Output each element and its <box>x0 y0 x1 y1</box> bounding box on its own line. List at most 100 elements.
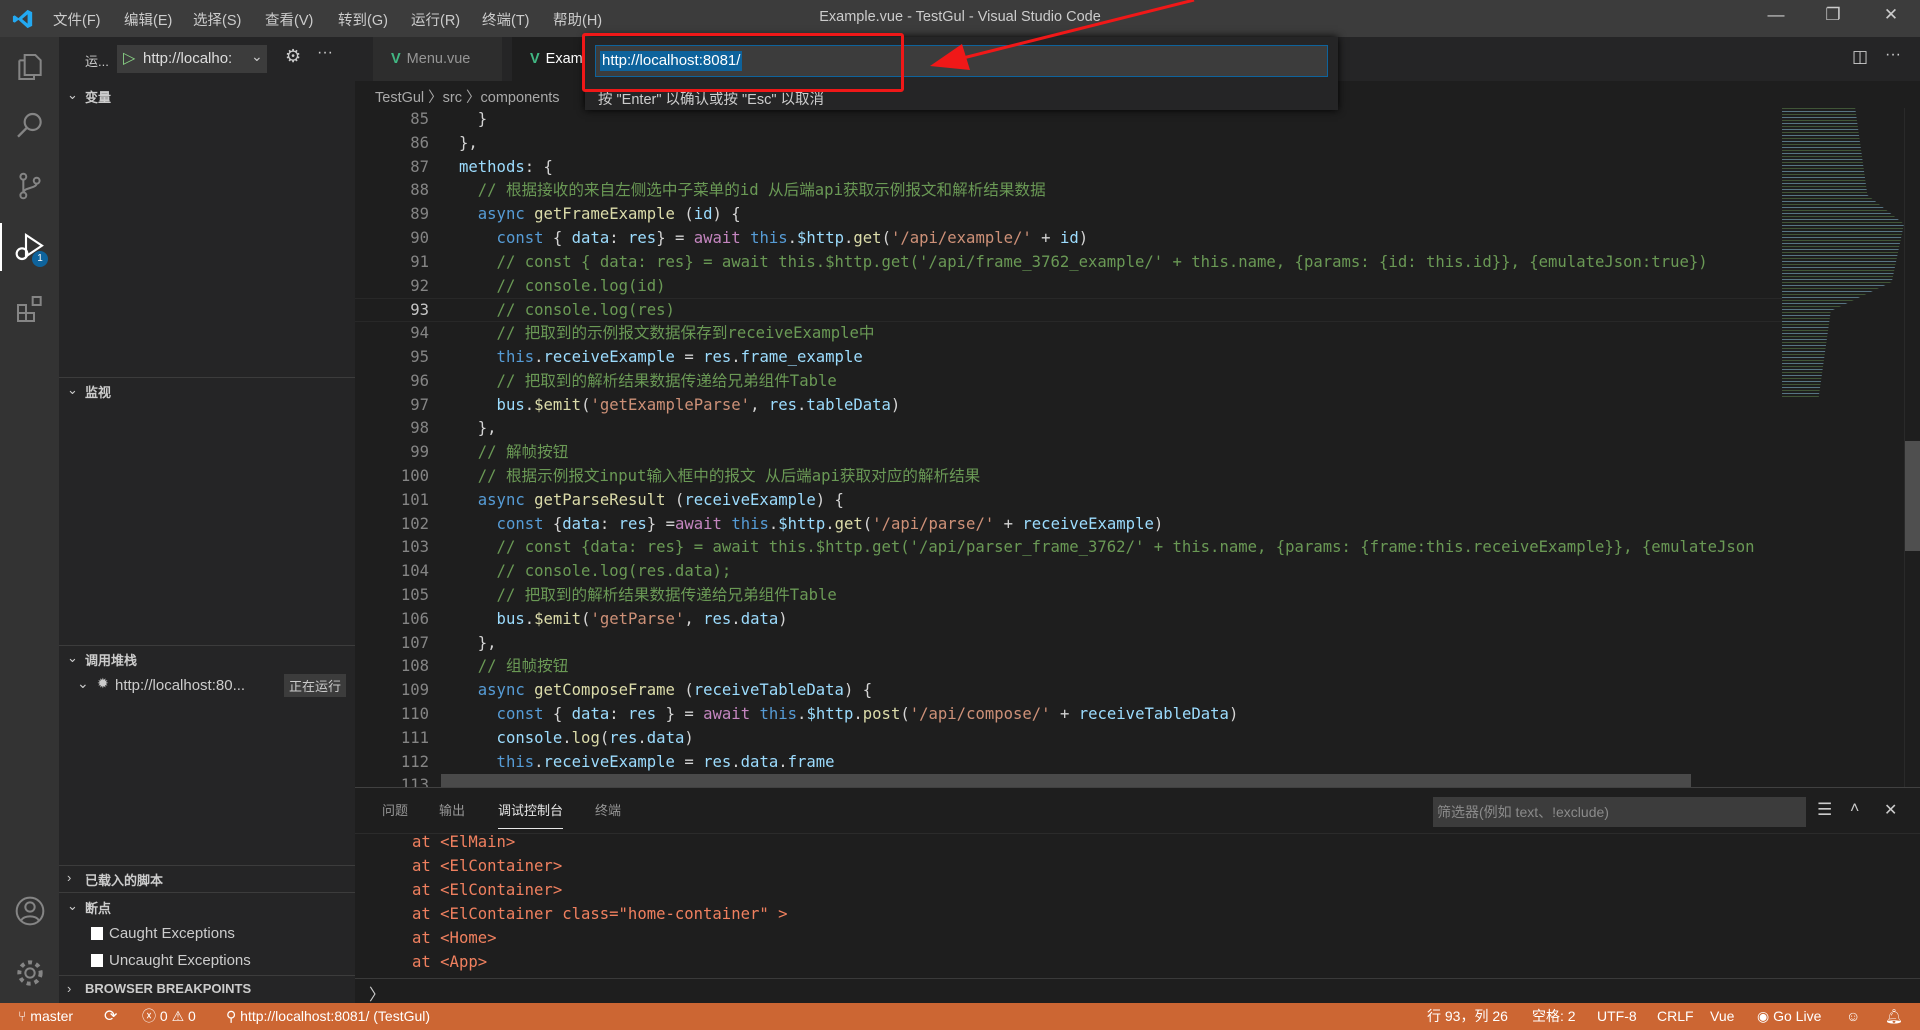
code-line[interactable]: 95 this.receiveExample = res.frame_examp… <box>355 346 1782 370</box>
sync-icon[interactable]: ⟳ <box>104 1003 117 1030</box>
code-line[interactable]: 111 console.log(res.data) <box>355 727 1782 751</box>
code-line[interactable]: 90 const { data: res} = await this.$http… <box>355 227 1782 251</box>
language-mode[interactable]: Vue <box>1710 1003 1734 1030</box>
code-line[interactable]: 99 // 解帧按钮 <box>355 441 1782 465</box>
explorer-icon[interactable] <box>14 51 46 83</box>
code-line[interactable]: 97 bus.$emit('getExampleParse', res.tabl… <box>355 394 1782 418</box>
console-filter-input[interactable]: 筛选器(例如 text、!exclude) <box>1433 797 1806 827</box>
code-line[interactable]: 91 // const { data: res} = await this.$h… <box>355 251 1782 275</box>
code-token: const <box>459 229 553 247</box>
menu-file[interactable]: 文件(F) <box>53 9 101 30</box>
menu-go[interactable]: 转到(G) <box>338 9 388 30</box>
code-line[interactable]: 112 this.receiveExample = res.data.frame <box>355 751 1782 775</box>
start-debugging-icon[interactable]: ▷ <box>123 48 135 68</box>
tab-terminal[interactable]: 终端 <box>595 800 621 819</box>
section-variables[interactable]: ⌄ 变量 <box>59 87 355 106</box>
code-line[interactable]: 103 // const {data: res} = await this.$h… <box>355 536 1782 560</box>
code-token: data <box>562 514 600 533</box>
debug-config-select[interactable]: ▷ http://localho: ⌄ <box>117 45 267 73</box>
scrollbar-thumb[interactable] <box>1905 441 1920 551</box>
code-line[interactable]: 92 // console.log(id) <box>355 275 1782 299</box>
maximize-panel-icon[interactable]: ˄ <box>1850 800 1859 818</box>
account-icon[interactable] <box>14 895 46 927</box>
extensions-icon[interactable] <box>14 293 46 325</box>
debug-target-item[interactable]: ⚲ http://localhost:8081/ (TestGul) <box>226 1003 430 1030</box>
more-actions-icon[interactable]: ··· <box>317 44 333 62</box>
code-token: . <box>524 609 535 628</box>
gear-icon[interactable]: ⚙ <box>285 46 301 67</box>
minimap[interactable] <box>1782 108 1904 398</box>
menu-view[interactable]: 查看(V) <box>265 9 313 30</box>
code-line[interactable]: 86}, <box>355 132 1782 156</box>
chevron-right-icon: › <box>67 981 72 996</box>
code-line[interactable]: 102 const {data: res} =await this.$http.… <box>355 513 1782 537</box>
code-line[interactable]: 89 async getFrameExample (id) { <box>355 203 1782 227</box>
minimize-button[interactable]: — <box>1761 5 1791 31</box>
code-line[interactable]: 96 // 把取到的解析结果数据传递给兄弟组件Table <box>355 370 1782 394</box>
code-line[interactable]: 100 // 根据示例报文input输入框中的报文 从后端api获取对应的解析结… <box>355 465 1782 489</box>
horizontal-scrollbar[interactable] <box>441 774 1691 787</box>
code-line[interactable]: 105 // 把取到的解析结果数据传递给兄弟组件Table <box>355 584 1782 608</box>
more-actions-icon[interactable]: ··· <box>1885 46 1901 64</box>
code-line[interactable]: 87 methods: { <box>355 156 1782 180</box>
go-live-item[interactable]: ◉ Go Live <box>1757 1003 1821 1030</box>
code-line[interactable]: 88 // 根据接收的来自左侧选中子菜单的id 从后端api获取示例报文和解析结… <box>355 179 1782 203</box>
code-line[interactable]: 98 }, <box>355 417 1782 441</box>
section-loaded-scripts[interactable]: › 已载入的脚本 <box>59 870 355 889</box>
code-line[interactable]: 85 } <box>355 108 1782 132</box>
split-editor-icon[interactable]: ◫ <box>1852 47 1868 67</box>
menu-selection[interactable]: 选择(S) <box>193 9 241 30</box>
console-line: at <ElMain> <box>412 833 516 851</box>
code-token: 'getParse' <box>590 609 685 628</box>
tab-problems[interactable]: 问题 <box>382 800 408 819</box>
tab-debug-console[interactable]: 调试控制台 <box>498 800 564 829</box>
code-text: const { data: res } = await this.$http.p… <box>459 703 1239 727</box>
clear-console-icon[interactable]: ☰ <box>1817 800 1832 820</box>
code-line[interactable]: 104 // console.log(res.data); <box>355 560 1782 584</box>
section-watch[interactable]: ⌄ 监视 <box>59 382 355 401</box>
notifications-bell-icon[interactable]: 🔔︎ <box>1885 1003 1903 1030</box>
tab-menu-vue[interactable]: V Menu.vue <box>373 37 502 81</box>
line-ending[interactable]: CRLF <box>1657 1003 1694 1030</box>
cursor-position[interactable]: 行 93，列 26 <box>1427 1003 1508 1030</box>
section-call-stack[interactable]: ⌄ 调用堆栈 <box>59 650 355 669</box>
menu-terminal[interactable]: 终端(T) <box>482 9 530 30</box>
indentation[interactable]: 空格: 2 <box>1532 1003 1576 1030</box>
section-breakpoints[interactable]: ⌄ 断点 <box>59 898 355 917</box>
code-line[interactable]: 108 // 组帧按钮 <box>355 655 1782 679</box>
breadcrumb[interactable]: TestGul 〉src 〉components <box>375 86 560 107</box>
branch-item[interactable]: ⑂ master <box>18 1003 73 1030</box>
encoding[interactable]: UTF-8 <box>1597 1003 1637 1030</box>
code-line[interactable]: 93 // console.log(res) <box>355 298 1782 323</box>
code-line[interactable]: 106 bus.$emit('getParse', res.data) <box>355 608 1782 632</box>
checkbox[interactable] <box>91 953 103 967</box>
line-number: 103 <box>400 538 429 557</box>
close-window-button[interactable]: ✕ <box>1876 5 1906 31</box>
checkbox[interactable] <box>91 926 103 940</box>
menu-edit[interactable]: 编辑(E) <box>124 9 172 30</box>
restore-button[interactable]: ❐ <box>1818 5 1848 31</box>
code-line[interactable]: 110 const { data: res } = await this.$ht… <box>355 703 1782 727</box>
close-panel-icon[interactable]: ✕ <box>1884 800 1897 820</box>
code-line[interactable]: 107 }, <box>355 632 1782 656</box>
call-stack-item[interactable]: ⌄ ✹ http://localhost:80... 正在运行 <box>77 673 347 699</box>
code-editor[interactable]: 85 } 86}, 87 methods: {88 // 根据接收的来自左侧选中子菜单… <box>355 108 1782 788</box>
menu-run[interactable]: 运行(R) <box>411 9 460 30</box>
code-line[interactable]: 94 // 把取到的示例报文数据保存到receiveExample中 <box>355 322 1782 346</box>
code-token: tableData <box>806 395 891 414</box>
breakpoint-uncaught[interactable]: Uncaught Exceptions <box>91 951 251 969</box>
code-line[interactable]: 109 async getComposeFrame (receiveTableD… <box>355 679 1782 703</box>
breakpoint-caught[interactable]: Caught Exceptions <box>91 924 235 942</box>
settings-gear-icon[interactable] <box>14 957 46 989</box>
search-icon[interactable] <box>14 110 46 142</box>
code-token: + <box>994 514 1023 533</box>
tab-output[interactable]: 输出 <box>439 800 465 819</box>
source-control-icon[interactable] <box>14 170 46 202</box>
section-browser-breakpoints[interactable]: › BROWSER BREAKPOINTS <box>59 981 355 996</box>
menu-help[interactable]: 帮助(H) <box>553 9 602 30</box>
feedback-icon[interactable]: ☺ <box>1846 1003 1860 1030</box>
code-line[interactable]: 101 async getParseResult (receiveExample… <box>355 489 1782 513</box>
code-token: await <box>674 514 732 533</box>
problems-item[interactable]: ⓧ 0 ⚠ 0 <box>142 1003 196 1030</box>
console-prompt[interactable]: 〉 <box>369 981 385 1005</box>
